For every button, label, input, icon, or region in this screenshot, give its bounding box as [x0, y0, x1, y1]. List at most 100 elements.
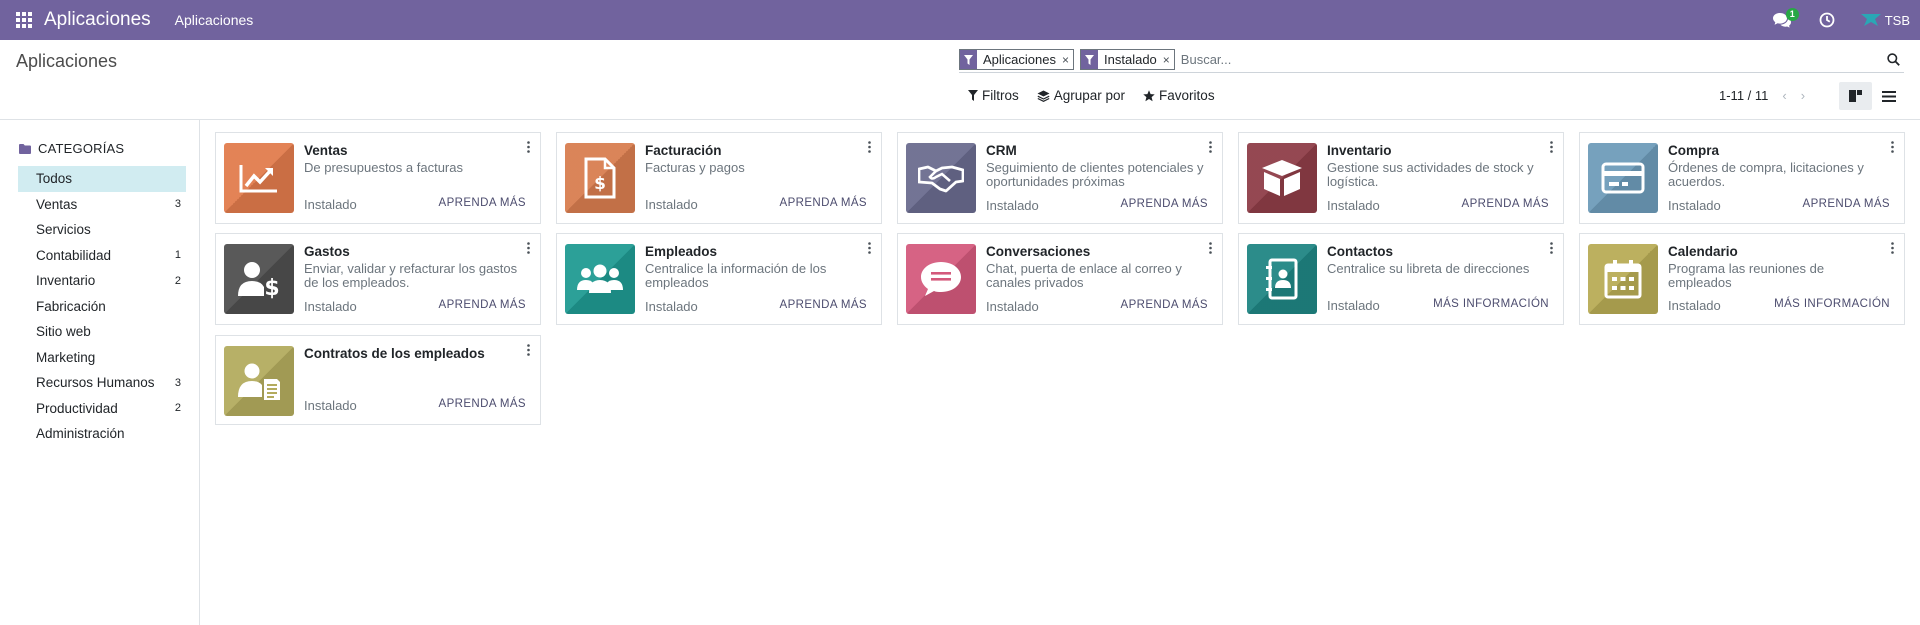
category-sitio-web[interactable]: Sitio web — [18, 319, 186, 345]
learn-more-button[interactable]: APRENDA MÁS — [439, 398, 526, 410]
app-summary: Enviar, validar y refacturar los gastos … — [304, 261, 518, 290]
app-card-gastos[interactable]: $ Gastos Enviar, validar y refacturar lo… — [215, 233, 541, 325]
messages-count-badge: 1 — [1785, 8, 1799, 21]
clock-icon — [1819, 12, 1835, 28]
list-view-button[interactable] — [1872, 82, 1905, 110]
learn-more-button[interactable]: APRENDA MÁS — [1462, 198, 1549, 210]
pager-value[interactable]: 1-11 / 11 — [1719, 88, 1768, 103]
chart-trend-icon — [224, 143, 294, 213]
category-todos[interactable]: Todos — [18, 166, 186, 192]
category-productividad[interactable]: Productividad 2 — [18, 396, 186, 422]
category-label: Administración — [36, 426, 125, 442]
kanban-view-button[interactable] — [1839, 82, 1872, 110]
app-summary: De presupuestos a facturas — [304, 160, 463, 175]
pager-next-icon[interactable]: › — [1801, 88, 1805, 103]
category-contabilidad[interactable]: Contabilidad 1 — [18, 243, 186, 269]
favorites-label: Favoritos — [1159, 88, 1215, 103]
search-facet-aplicaciones[interactable]: Aplicaciones × — [959, 49, 1075, 70]
category-recursos-humanos[interactable]: Recursos Humanos 3 — [18, 370, 186, 396]
activity-menu[interactable] — [1809, 0, 1845, 40]
category-ventas[interactable]: Ventas 3 — [18, 192, 186, 218]
app-card-crm[interactable]: CRM Seguimiento de clientes potenciales … — [897, 132, 1223, 224]
learn-more-button[interactable]: APRENDA MÁS — [1121, 299, 1208, 311]
learn-more-button[interactable]: APRENDA MÁS — [780, 299, 867, 311]
facet-remove-icon[interactable]: × — [1060, 53, 1073, 67]
app-card-facturacion[interactable]: $ Facturación Facturas y pagos Instalado… — [556, 132, 882, 224]
search-options: Filtros Agrupar por Favoritos — [968, 88, 1233, 103]
app-summary: Gestione sus actividades de stock y logí… — [1327, 160, 1534, 189]
app-card-calendario[interactable]: Calendario Programa las reuniones de emp… — [1579, 233, 1905, 325]
kebab-menu-icon[interactable] — [524, 342, 532, 358]
view-switcher — [1839, 82, 1905, 110]
list-icon — [1881, 90, 1896, 102]
learn-more-button[interactable]: APRENDA MÁS — [1803, 198, 1890, 210]
category-inventario[interactable]: Inventario 2 — [18, 268, 186, 294]
app-card-empleados[interactable]: Empleados Centralice la información de l… — [556, 233, 882, 325]
filters-label: Filtros — [982, 88, 1019, 103]
folder-icon — [19, 143, 31, 154]
kebab-menu-icon[interactable] — [865, 139, 873, 155]
search-input[interactable] — [1180, 48, 1882, 71]
search-bar: Aplicaciones × Instalado × — [959, 47, 1904, 73]
app-title: Inventario — [1327, 143, 1392, 158]
learn-more-button[interactable]: APRENDA MÁS — [439, 197, 526, 209]
category-fabricacion[interactable]: Fabricación — [18, 294, 186, 320]
app-summary: Chat, puerta de enlace al correo y canal… — [986, 261, 1182, 290]
credit-card-icon — [1588, 143, 1658, 213]
kebab-menu-icon[interactable] — [1206, 139, 1214, 155]
app-status: Instalado — [986, 198, 1039, 213]
app-card-inventario[interactable]: Inventario Gestione sus actividades de s… — [1238, 132, 1564, 224]
search-icon[interactable] — [1882, 49, 1904, 71]
facet-label: Instalado — [1104, 52, 1157, 67]
star-icon — [1143, 89, 1155, 101]
app-card-contratos-empleados[interactable]: Contratos de los empleados Instalado APR… — [215, 335, 541, 425]
app-brand[interactable]: Aplicaciones — [44, 9, 151, 31]
learn-more-button[interactable]: APRENDA MÁS — [439, 299, 526, 311]
user-dollar-icon: $ — [224, 244, 294, 314]
category-administracion[interactable]: Administración — [18, 421, 186, 447]
handshake-icon — [906, 143, 976, 213]
filters-button[interactable]: Filtros — [968, 88, 1019, 103]
kebab-menu-icon[interactable] — [524, 240, 532, 256]
learn-more-button[interactable]: APRENDA MÁS — [780, 197, 867, 209]
pager-previous-icon[interactable]: ‹ — [1782, 88, 1786, 103]
category-label: Inventario — [36, 273, 96, 289]
filter-icon — [960, 50, 977, 69]
user-menu[interactable]: TSB — [1851, 0, 1920, 40]
app-title: Facturación — [645, 143, 722, 158]
app-card-contactos[interactable]: Contactos Centralice su libreta de direc… — [1238, 233, 1564, 325]
more-info-button[interactable]: MÁS INFORMACIÓN — [1774, 298, 1890, 310]
app-title: Compra — [1668, 143, 1720, 158]
app-card-compra[interactable]: Compra Órdenes de compra, licitaciones y… — [1579, 132, 1905, 224]
favorites-button[interactable]: Favoritos — [1143, 88, 1215, 103]
category-servicios[interactable]: Servicios — [18, 217, 186, 243]
kebab-menu-icon[interactable] — [1206, 240, 1214, 256]
contract-icon — [224, 346, 294, 416]
kebab-menu-icon[interactable] — [524, 139, 532, 155]
facet-remove-icon[interactable]: × — [1161, 53, 1174, 67]
messaging-menu[interactable]: 1 — [1763, 0, 1801, 40]
learn-more-button[interactable]: APRENDA MÁS — [1121, 198, 1208, 210]
group-by-button[interactable]: Agrupar por — [1037, 88, 1125, 103]
categories-header: CATEGORÍAS — [19, 141, 124, 156]
app-title: Contactos — [1327, 244, 1394, 259]
app-card-ventas[interactable]: Ventas De presupuestos a facturas Instal… — [215, 132, 541, 224]
category-count: 1 — [174, 249, 181, 262]
category-label: Ventas — [36, 196, 78, 212]
kebab-menu-icon[interactable] — [1888, 139, 1896, 155]
menu-item-aplicaciones[interactable]: Aplicaciones — [175, 12, 254, 28]
kebab-menu-icon[interactable] — [1547, 240, 1555, 256]
category-marketing[interactable]: Marketing — [18, 345, 186, 371]
svg-text:$: $ — [264, 276, 279, 299]
kebab-menu-icon[interactable] — [865, 240, 873, 256]
kebab-menu-icon[interactable] — [1888, 240, 1896, 256]
app-status: Instalado — [1668, 198, 1721, 213]
kebab-menu-icon[interactable] — [1547, 139, 1555, 155]
apps-menu-icon[interactable] — [0, 0, 48, 40]
kanban-icon — [1849, 90, 1862, 102]
category-count: 3 — [174, 198, 181, 211]
app-card-conversaciones[interactable]: Conversaciones Chat, puerta de enlace al… — [897, 233, 1223, 325]
more-info-button[interactable]: MÁS INFORMACIÓN — [1433, 298, 1549, 310]
app-title: CRM — [986, 143, 1017, 158]
search-facet-instalado[interactable]: Instalado × — [1080, 49, 1175, 70]
